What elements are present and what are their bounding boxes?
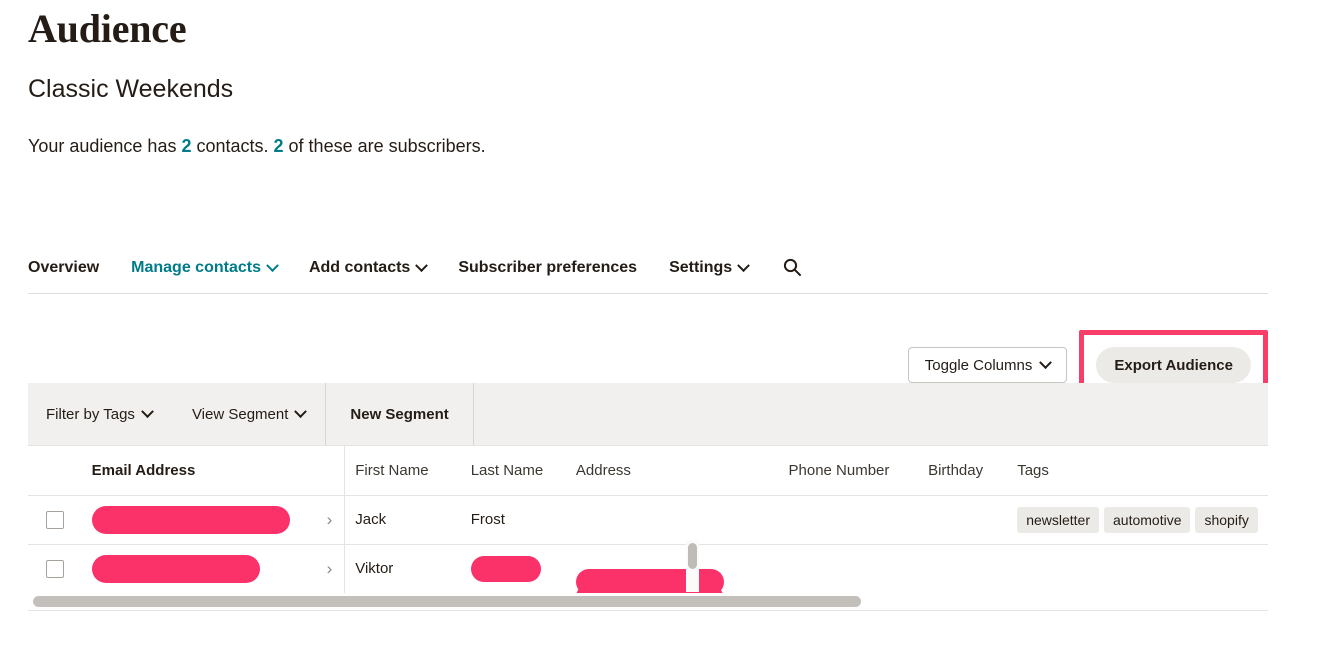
chevron-right-icon[interactable]: › xyxy=(327,560,335,577)
chevron-down-icon xyxy=(141,404,154,418)
audience-nav-tabs: Overview Manage contacts Add contacts Su… xyxy=(28,258,1268,294)
tab-manage-contacts[interactable]: Manage contacts xyxy=(131,258,279,278)
redacted-last-name-mark xyxy=(470,555,541,582)
chevron-down-icon xyxy=(1039,355,1053,369)
toggle-columns-button[interactable]: Toggle Columns xyxy=(907,347,1068,383)
cell-last-name: Frost xyxy=(460,495,566,545)
tab-overview[interactable]: Overview xyxy=(28,258,99,278)
cell-last-name xyxy=(460,544,566,593)
audience-summary: Your audience has 2 contacts. 2 of these… xyxy=(28,134,1337,158)
redacted-email-mark xyxy=(91,505,290,534)
cell-phone-number xyxy=(778,495,919,545)
table-header-row: Email Address First Name Last Name Addre… xyxy=(28,446,1268,496)
column-header-email-address[interactable]: Email Address xyxy=(81,446,346,496)
column-header-tags[interactable]: Tags xyxy=(1007,446,1268,496)
toggle-columns-label: Toggle Columns xyxy=(924,356,1033,374)
cell-tags: newsletter automotive shopify xyxy=(1007,495,1268,545)
audience-page: Audience Classic Weekends Your audience … xyxy=(0,0,1337,650)
chevron-down-icon xyxy=(266,258,279,272)
tab-add-contacts[interactable]: Add contacts xyxy=(308,258,429,278)
chevron-down-icon xyxy=(415,258,429,272)
table-row[interactable]: › Jack Frost newsletter automotive shopify… xyxy=(28,495,1268,545)
new-segment-tab[interactable]: New Segment xyxy=(325,383,474,445)
address-cell-vertical-scrollbar[interactable] xyxy=(686,540,699,592)
table-horizontal-scrollbar[interactable] xyxy=(29,594,1267,610)
tag-chip[interactable]: newsletter xyxy=(1017,506,1099,533)
search-icon xyxy=(784,258,802,276)
cell-phone-number xyxy=(778,544,919,593)
segment-filter-bar: Filter by Tags View Segment New Segment xyxy=(28,383,1268,445)
cell-email-address: › xyxy=(81,495,346,545)
contacts-count: 2 xyxy=(181,136,192,156)
audience-name: Classic Weekends xyxy=(28,75,234,103)
cell-address xyxy=(565,544,779,593)
tag-chip[interactable]: shopify xyxy=(1195,506,1258,533)
cell-first-name: Viktor xyxy=(344,544,461,593)
search-button[interactable] xyxy=(782,257,802,277)
tab-subscriber-preferences[interactable]: Subscriber preferences xyxy=(458,258,637,278)
cell-tags xyxy=(1007,544,1268,593)
tab-add-contacts-label: Add contacts xyxy=(308,259,411,276)
page-title: Audience xyxy=(28,6,187,51)
contacts-table-body: › Jack Frost newsletter automotive shopify… xyxy=(28,495,1268,593)
summary-suffix: of these are subscribers. xyxy=(283,136,486,156)
tab-overview-label: Overview xyxy=(28,259,100,276)
scrollbar-thumb[interactable] xyxy=(33,596,861,607)
summary-middle: contacts. xyxy=(191,136,274,156)
cell-birthday xyxy=(918,544,1008,593)
scrollbar-thumb[interactable] xyxy=(688,543,697,569)
cell-first-name: Jack xyxy=(344,495,461,545)
tab-manage-contacts-label: Manage contacts xyxy=(131,259,261,276)
table-bottom-divider xyxy=(28,610,1268,611)
filter-by-tags-dropdown[interactable]: Filter by Tags xyxy=(28,383,172,445)
tab-settings-label: Settings xyxy=(669,259,733,276)
chevron-down-icon xyxy=(294,404,308,418)
tab-settings[interactable]: Settings xyxy=(669,258,751,278)
filter-by-tags-label: Filter by Tags xyxy=(46,405,135,423)
row-checkbox[interactable] xyxy=(45,510,64,529)
cell-birthday xyxy=(918,495,1008,545)
view-segment-label: View Segment xyxy=(191,405,289,423)
row-checkbox[interactable] xyxy=(45,559,64,578)
chevron-down-icon xyxy=(737,258,751,272)
redacted-email-mark xyxy=(91,554,260,583)
column-header-phone-number[interactable]: Phone Number xyxy=(778,446,919,496)
chevron-right-icon[interactable]: › xyxy=(327,511,335,528)
subscribers-count: 2 xyxy=(273,136,284,156)
column-header-address[interactable]: Address xyxy=(565,446,779,496)
tag-chip[interactable]: automotive xyxy=(1104,506,1191,533)
cell-address xyxy=(565,495,779,545)
column-header-first-name[interactable]: First Name xyxy=(344,446,461,496)
new-segment-label: New Segment xyxy=(350,405,449,423)
export-audience-button[interactable]: Export Audience xyxy=(1096,347,1251,383)
view-segment-dropdown[interactable]: View Segment xyxy=(172,383,325,445)
column-header-birthday[interactable]: Birthday xyxy=(918,446,1008,496)
column-header-last-name[interactable]: Last Name xyxy=(460,446,566,496)
summary-prefix: Your audience has xyxy=(28,136,182,156)
table-row[interactable]: › Viktor Sub xyxy=(28,544,1268,593)
table-right-edge-mask xyxy=(1268,445,1337,613)
contacts-table-container[interactable]: Email Address First Name Last Name Addre… xyxy=(28,445,1268,593)
column-header-select xyxy=(28,446,82,496)
row-select-cell xyxy=(28,544,82,593)
row-select-cell xyxy=(28,495,82,545)
cell-email-address: › xyxy=(81,544,346,593)
contacts-table-head: Email Address First Name Last Name Addre… xyxy=(28,446,1268,496)
tab-subscriber-preferences-label: Subscriber preferences xyxy=(458,259,638,276)
contacts-table: Email Address First Name Last Name Addre… xyxy=(28,446,1268,593)
